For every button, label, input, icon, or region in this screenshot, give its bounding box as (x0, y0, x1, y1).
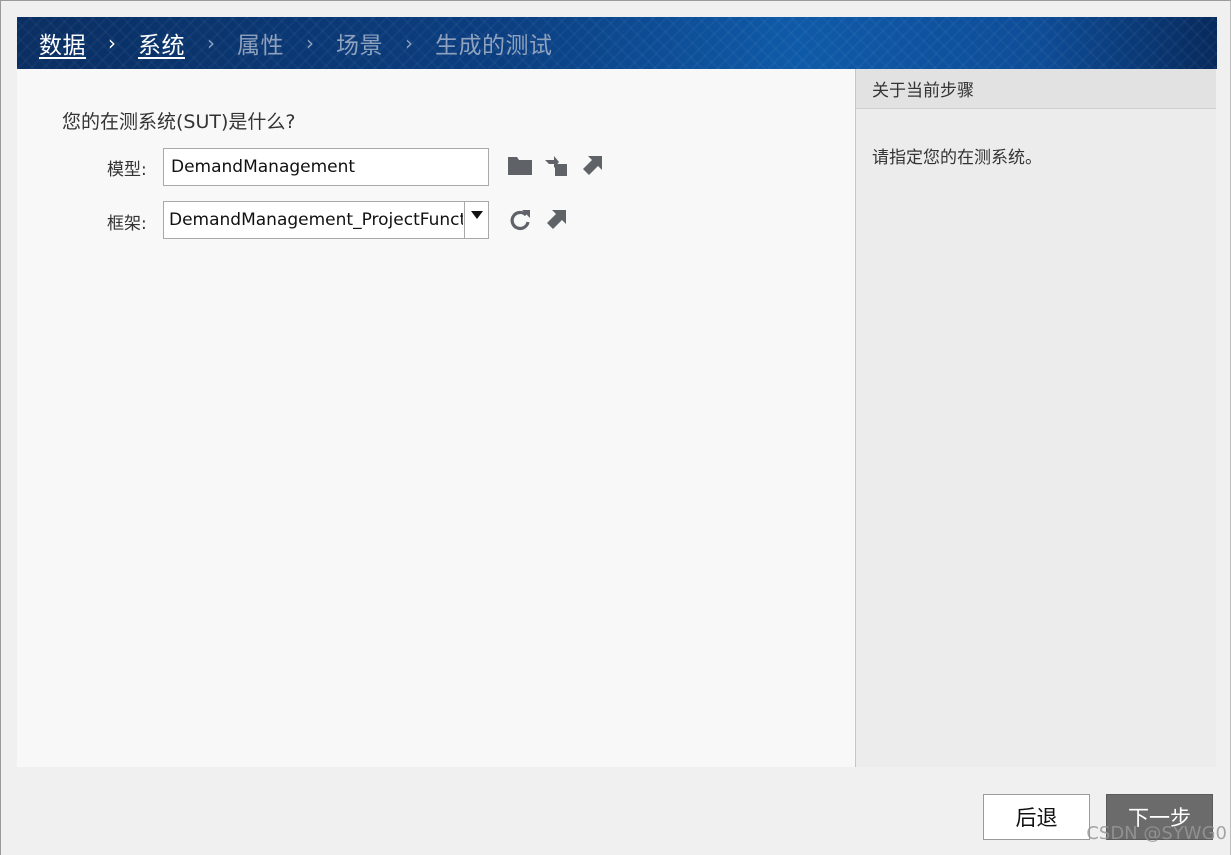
refresh-icon[interactable] (507, 207, 533, 233)
model-label: 模型: (107, 160, 147, 180)
breadcrumb-separator: › (108, 31, 116, 55)
main-panel: 您的在测系统(SUT)是什么? 模型: DemandManagement 框架:… (17, 69, 855, 767)
breadcrumb-item-properties: 属性 (237, 33, 284, 59)
breadcrumb-separator: › (306, 31, 314, 55)
breadcrumb-item-system[interactable]: 系统 (138, 26, 185, 60)
watermark: CSDN @SYWG0 (1086, 823, 1227, 844)
back-button[interactable]: 后退 (983, 794, 1090, 840)
open-arrow-icon[interactable] (544, 206, 570, 232)
help-panel: 关于当前步骤 请指定您的在测系统。 (855, 69, 1216, 767)
framework-select[interactable]: DemandManagement_ProjectFunctio (163, 201, 489, 239)
help-panel-text: 请指定您的在测系统。 (872, 148, 1042, 168)
sut-question: 您的在测系统(SUT)是什么? (62, 111, 296, 133)
breadcrumb-item-scenarios: 场景 (336, 33, 383, 59)
breadcrumb-item-data[interactable]: 数据 (39, 26, 86, 60)
chevron-down-icon (470, 211, 483, 219)
help-panel-title: 关于当前步骤 (856, 69, 1216, 109)
framework-value: DemandManagement_ProjectFunctio (169, 210, 463, 230)
framework-label: 框架: (107, 214, 147, 234)
wizard-breadcrumb: 数据 › 系统 › 属性 › 场景 › 生成的测试 (17, 17, 1217, 69)
import-icon[interactable] (543, 153, 569, 179)
breadcrumb-separator: › (207, 31, 215, 55)
folder-icon[interactable] (507, 153, 533, 179)
open-arrow-icon[interactable] (580, 152, 606, 178)
breadcrumb-separator: › (405, 31, 413, 55)
model-field[interactable]: DemandManagement (163, 148, 489, 186)
breadcrumb-item-generated-tests: 生成的测试 (435, 33, 553, 59)
model-value: DemandManagement (171, 157, 356, 177)
framework-dropdown-button[interactable] (464, 202, 488, 238)
